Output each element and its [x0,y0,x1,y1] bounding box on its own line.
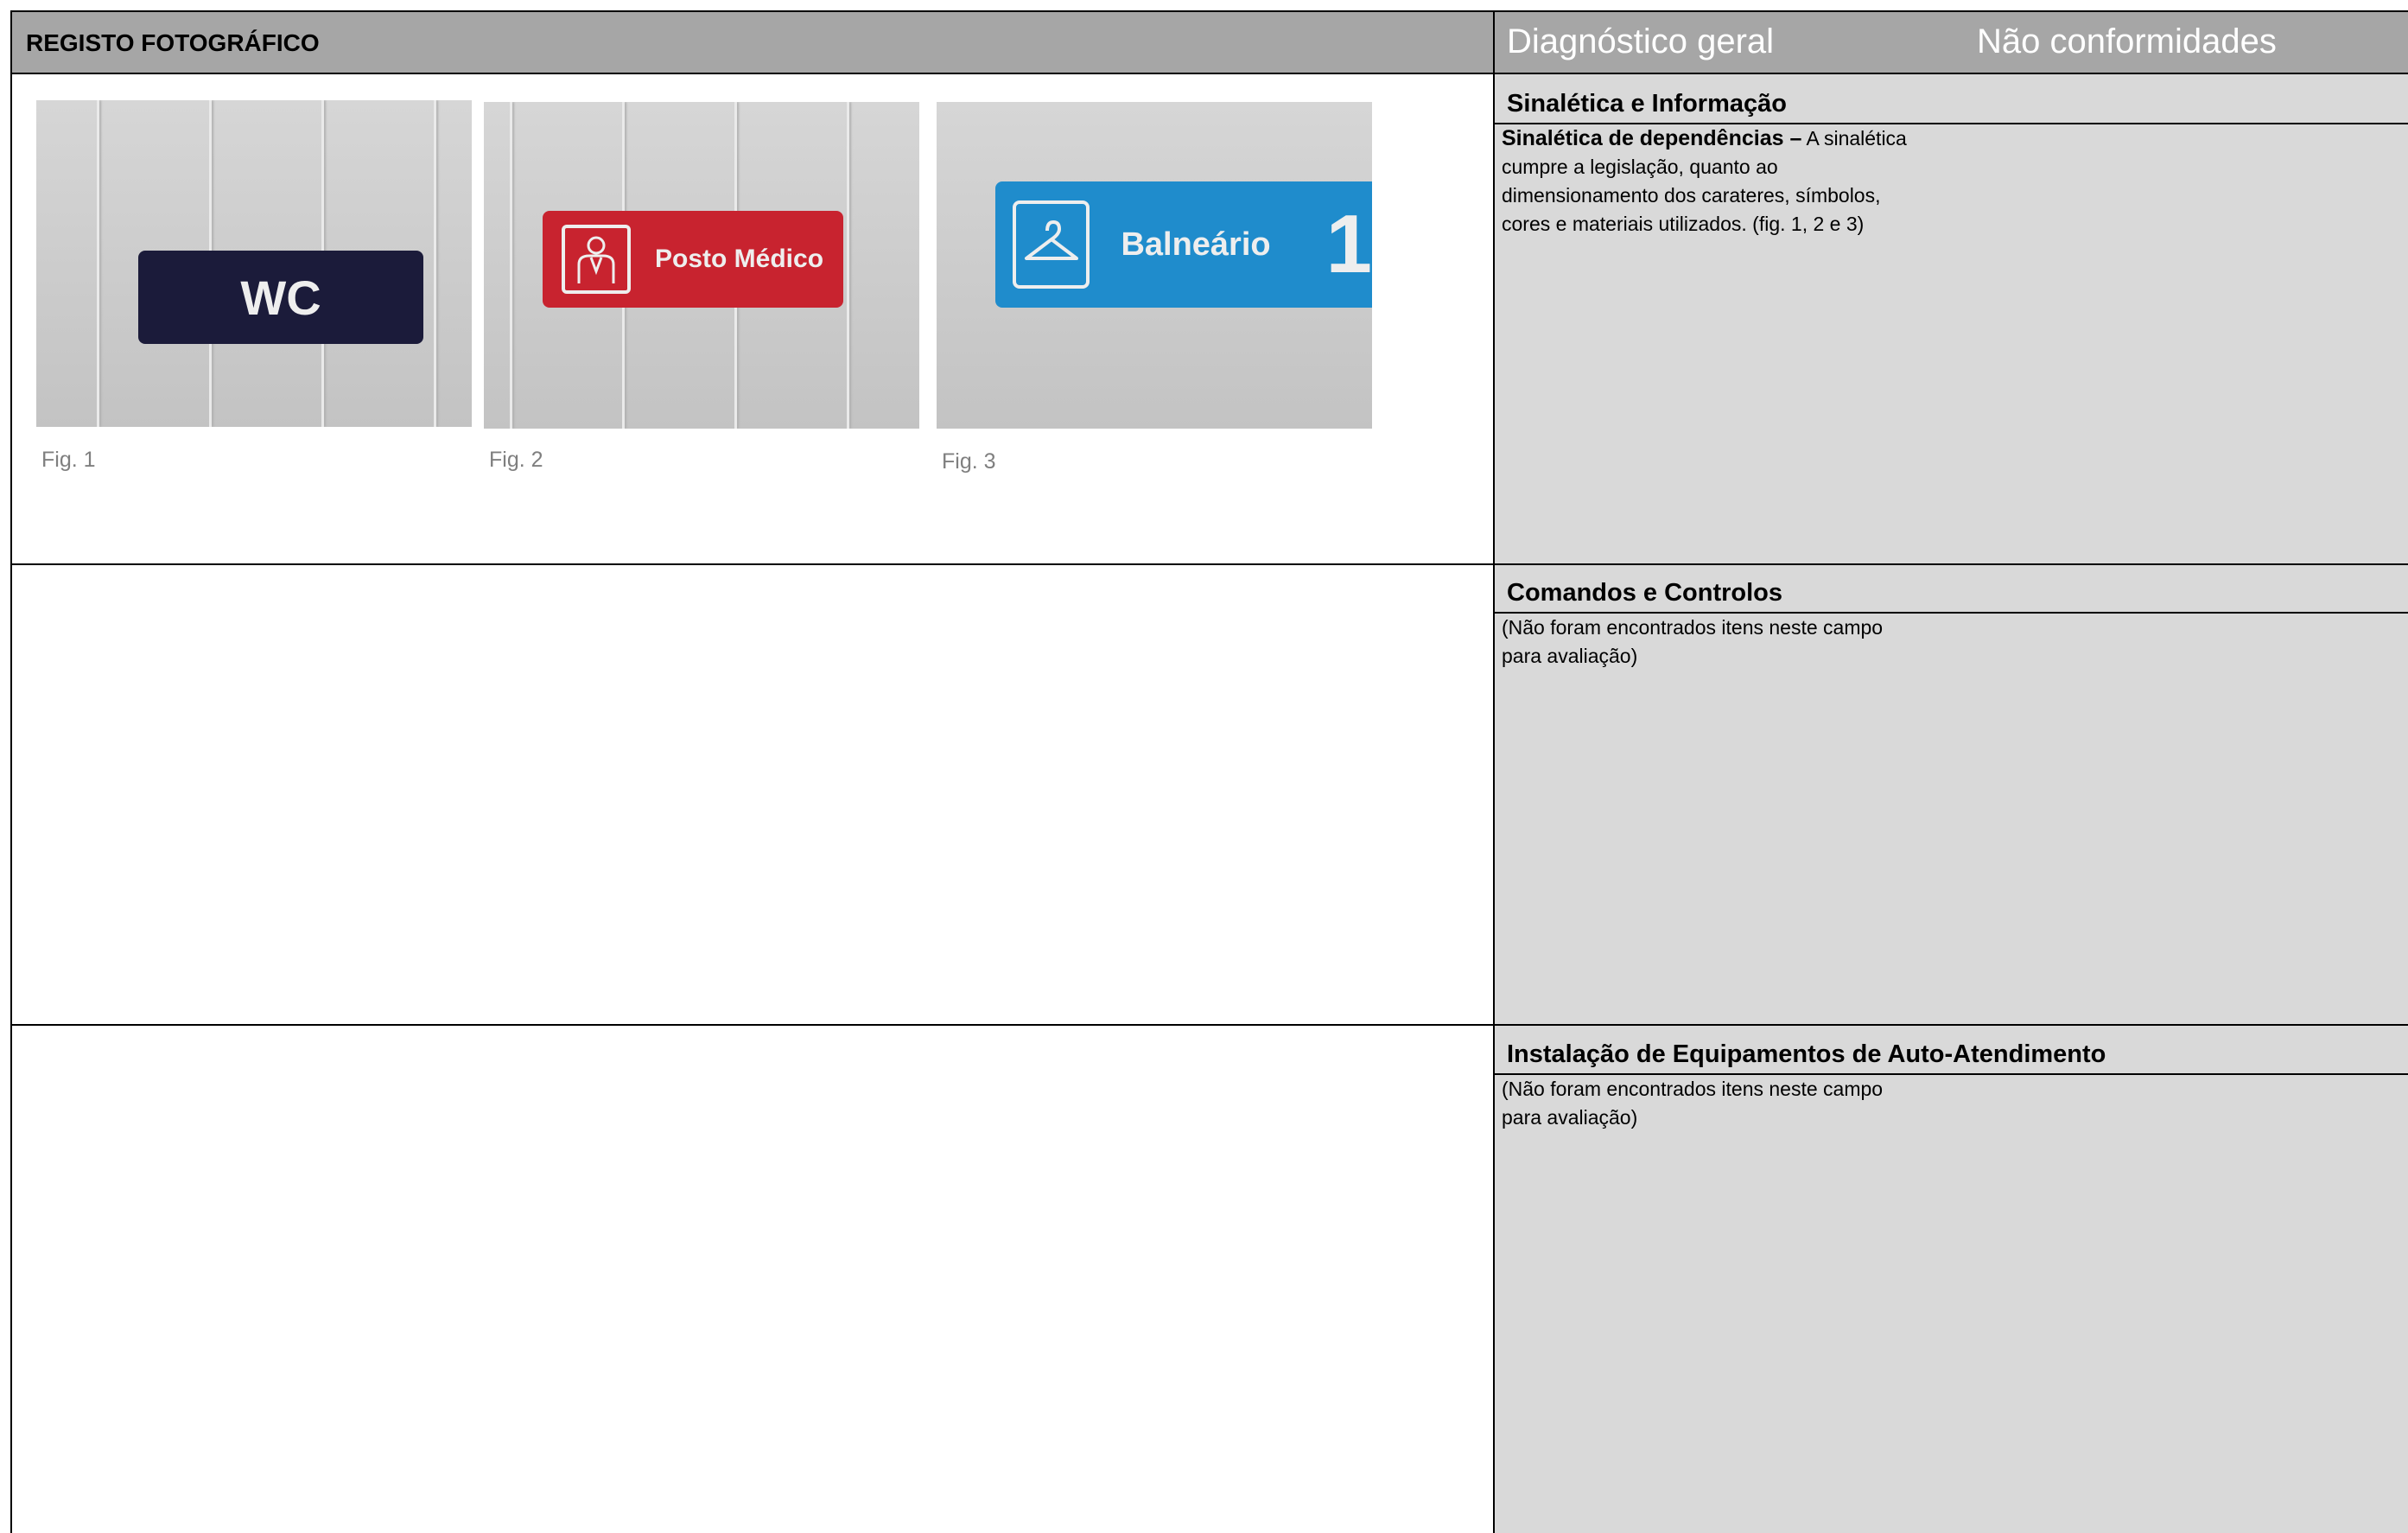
photo-register-title: REGISTO FOTOGRÁFICO [26,29,320,56]
hanger-icon [1013,200,1090,289]
diagnosis-column: Sinalética e Informação Sinalética de de… [1495,74,2408,1533]
section-title-signage: Sinalética e Informação [1507,90,1787,118]
figure-caption: Fig. 1 [41,448,96,472]
nonconformities-title: Não conformidades [1977,22,2277,60]
changing-room-sign: Balneário 1 [995,181,1372,308]
photo-wc-sign: WC [36,100,472,427]
figure-caption: Fig. 3 [942,449,996,474]
photo-register-header: REGISTO FOTOGRÁFICO [10,10,1493,74]
wc-sign-text: WC [240,270,321,325]
changing-room-number: 1 [1325,198,1372,290]
report-page: REGISTO FOTOGRÁFICO Diagnóstico geral Nã… [10,10,2408,1533]
photo-medical-post-sign: Posto Médico [484,102,919,429]
section-body-signage: Sinalética de dependências – A sinalétic… [1502,126,1907,235]
medical-post-sign: Posto Médico [543,211,843,308]
row-divider [1495,1024,2408,1026]
diagnosis-header: Diagnóstico geral Não conformidades [1493,10,2408,74]
photo-register-column: WC Fig. 1 Posto Médico Fig. 2 Balneário … [10,74,1495,1533]
section-body-self-service: (Não foram encontrados itens neste campo… [1502,1078,1884,1129]
changing-room-sign-text: Balneário [1121,226,1271,263]
row-divider [1495,563,2408,565]
row-divider [12,1024,1495,1026]
general-diagnosis-title: Diagnóstico geral [1507,22,1775,60]
medical-post-sign-text: Posto Médico [655,245,824,273]
row-divider [12,563,1495,565]
wc-sign: WC [138,251,423,344]
doctor-icon [562,225,631,294]
photo-changing-room-sign: Balneário 1 [937,102,1372,429]
figure-caption: Fig. 2 [489,448,543,472]
section-title-self-service: Instalação de Equipamentos de Auto-Atend… [1507,1040,2106,1068]
section-title-controls: Comandos e Controlos [1507,579,1783,607]
section-body-bold: Sinalética de dependências – [1502,126,1802,150]
section-body-controls: (Não foram encontrados itens neste campo… [1502,616,1884,667]
